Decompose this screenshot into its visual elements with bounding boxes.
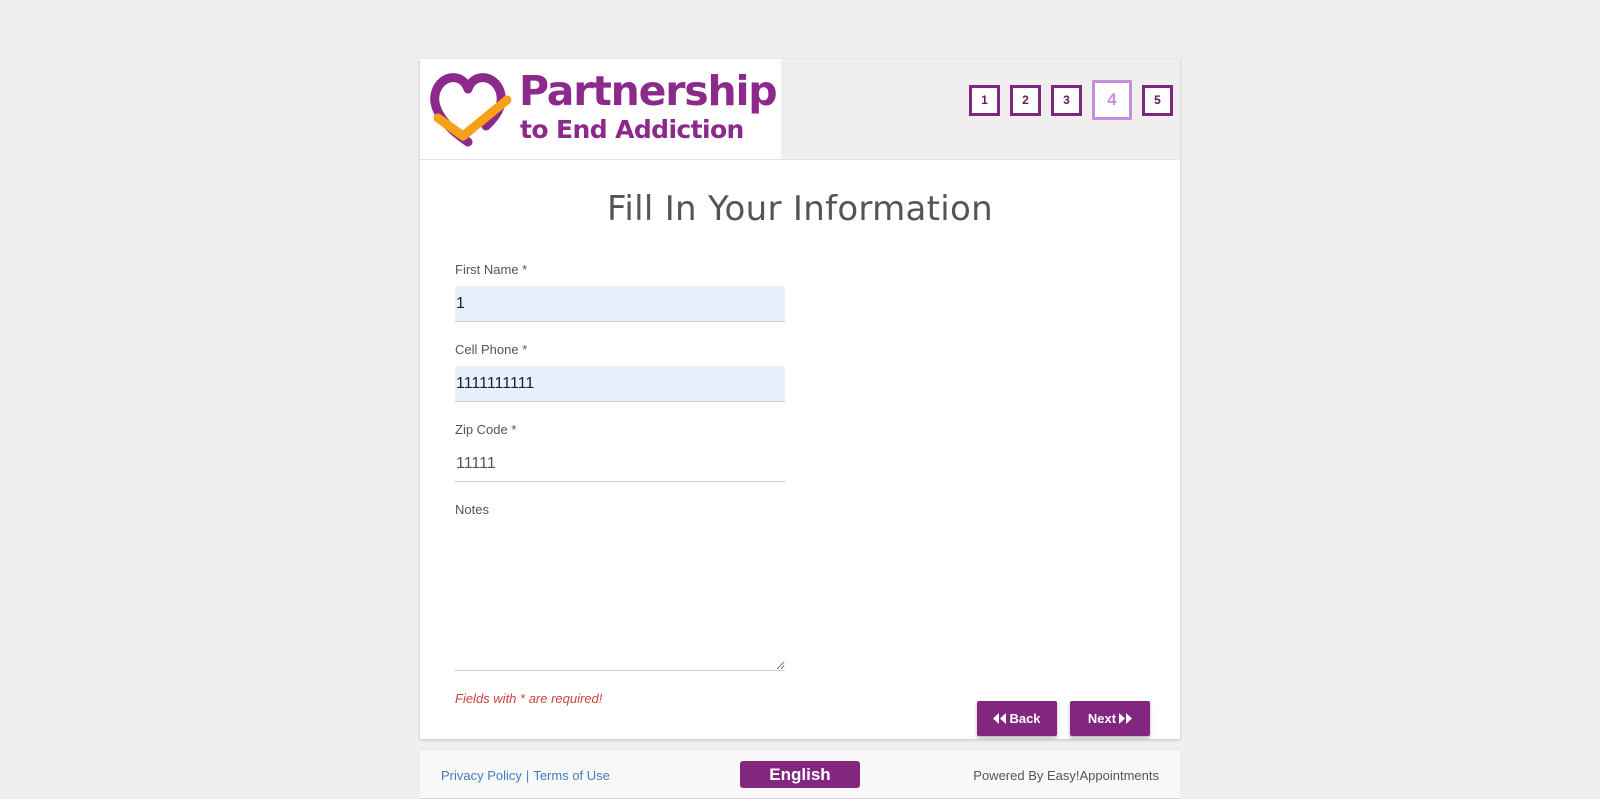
step-3: 3	[1051, 84, 1082, 116]
step-2: 2	[1010, 84, 1041, 116]
cell-phone-label: Cell Phone *	[455, 342, 528, 357]
zip-code-input[interactable]	[455, 446, 785, 482]
back-button[interactable]: Back	[977, 701, 1057, 736]
footer: Privacy Policy | Terms of Use English Powe…	[420, 749, 1180, 799]
logo-title: Partnership	[519, 67, 778, 115]
back-button-label: Back	[1009, 711, 1041, 726]
next-button-label: Next	[1087, 711, 1117, 726]
first-name-input[interactable]	[455, 286, 785, 322]
double-chevron-right-icon	[1119, 713, 1133, 724]
first-name-label: First Name *	[455, 262, 528, 277]
header: Partnership to End Addiction 1 2 3 4 5	[420, 59, 1180, 160]
logo-subtitle: to End Addiction	[520, 115, 744, 144]
zip-code-label: Zip Code *	[455, 422, 517, 437]
logo: Partnership to End Addiction	[420, 59, 781, 159]
next-button[interactable]: Next	[1070, 701, 1150, 736]
double-chevron-left-icon	[993, 713, 1007, 724]
notes-label: Notes	[455, 502, 489, 517]
step-indicator: 1 2 3 4 5	[969, 80, 1173, 120]
footer-links: Privacy Policy | Terms of Use	[441, 768, 610, 783]
language-button[interactable]: English	[740, 761, 860, 788]
required-fields-note: Fields with * are required!	[455, 691, 603, 706]
cell-phone-input[interactable]	[455, 366, 785, 402]
privacy-policy-link[interactable]: Privacy Policy	[441, 768, 522, 783]
footer-separator: |	[525, 768, 530, 783]
page-title: Fill In Your Information	[606, 189, 993, 229]
booking-card: Partnership to End Addiction 1 2 3 4 5 F…	[420, 59, 1180, 799]
step-1: 1	[969, 84, 1000, 116]
terms-of-use-link[interactable]: Terms of Use	[533, 768, 610, 783]
notes-textarea[interactable]	[455, 577, 785, 671]
heart-check-logo-icon	[430, 73, 512, 147]
powered-by-text: Powered By Easy!Appointments	[973, 768, 1159, 783]
step-5: 5	[1142, 84, 1173, 116]
step-4-active: 4	[1092, 80, 1132, 120]
